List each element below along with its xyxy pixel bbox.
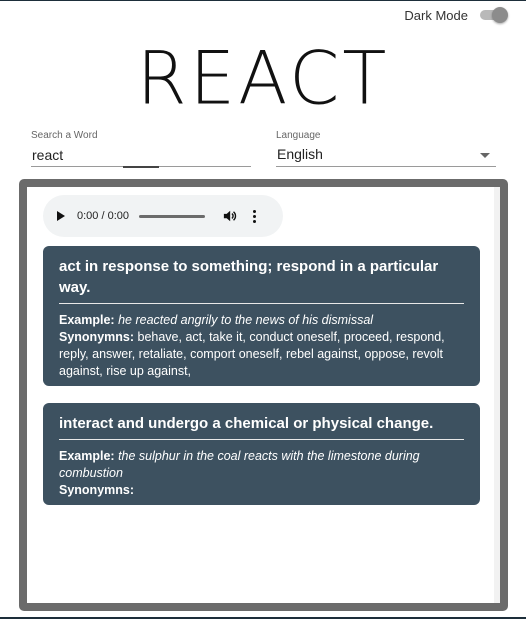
results-scrollbar[interactable]	[494, 187, 500, 603]
dark-mode-label: Dark Mode	[404, 7, 468, 23]
definition-text: act in response to something; respond in…	[59, 256, 464, 304]
more-options-icon[interactable]	[253, 209, 256, 223]
input-focus-indicator	[123, 166, 159, 168]
dark-mode-control: Dark Mode	[404, 7, 508, 23]
app-logo: REACT	[136, 35, 390, 121]
play-icon[interactable]	[57, 211, 65, 221]
volume-icon[interactable]	[223, 209, 237, 223]
results-panel[interactable]: 0:00 / 0:00 act in response to something…	[19, 179, 508, 611]
top-border	[0, 0, 526, 1]
definition-text: interact and undergo a chemical or physi…	[59, 413, 464, 440]
definition-card: interact and undergo a chemical or physi…	[43, 403, 480, 505]
search-field: Search a Word	[31, 130, 251, 168]
example-label: Example:	[59, 449, 115, 463]
synonyms-label: Synonymns:	[59, 483, 135, 497]
example-text: he reacted angrily to the news of his di…	[118, 313, 374, 327]
chevron-down-icon[interactable]	[480, 153, 490, 158]
example-label: Example:	[59, 313, 115, 327]
toggle-thumb	[492, 7, 508, 23]
definition-card: act in response to something; respond in…	[43, 246, 480, 386]
audio-time: 0:00 / 0:00	[77, 210, 129, 222]
search-label: Search a Word	[31, 130, 98, 141]
search-input[interactable]	[31, 143, 251, 167]
language-field: Language English	[276, 130, 496, 167]
audio-progress-slider[interactable]	[139, 214, 205, 218]
synonyms-label: Synonymns:	[59, 330, 135, 344]
language-value: English	[277, 146, 323, 162]
definition-details: Example: the sulphur in the coal reacts …	[59, 440, 464, 499]
language-select[interactable]: English	[276, 143, 496, 167]
audio-player[interactable]: 0:00 / 0:00	[43, 195, 283, 237]
dark-mode-toggle[interactable]	[478, 7, 508, 23]
definition-details: Example: he reacted angrily to the news …	[59, 304, 464, 380]
language-label: Language	[276, 130, 321, 141]
